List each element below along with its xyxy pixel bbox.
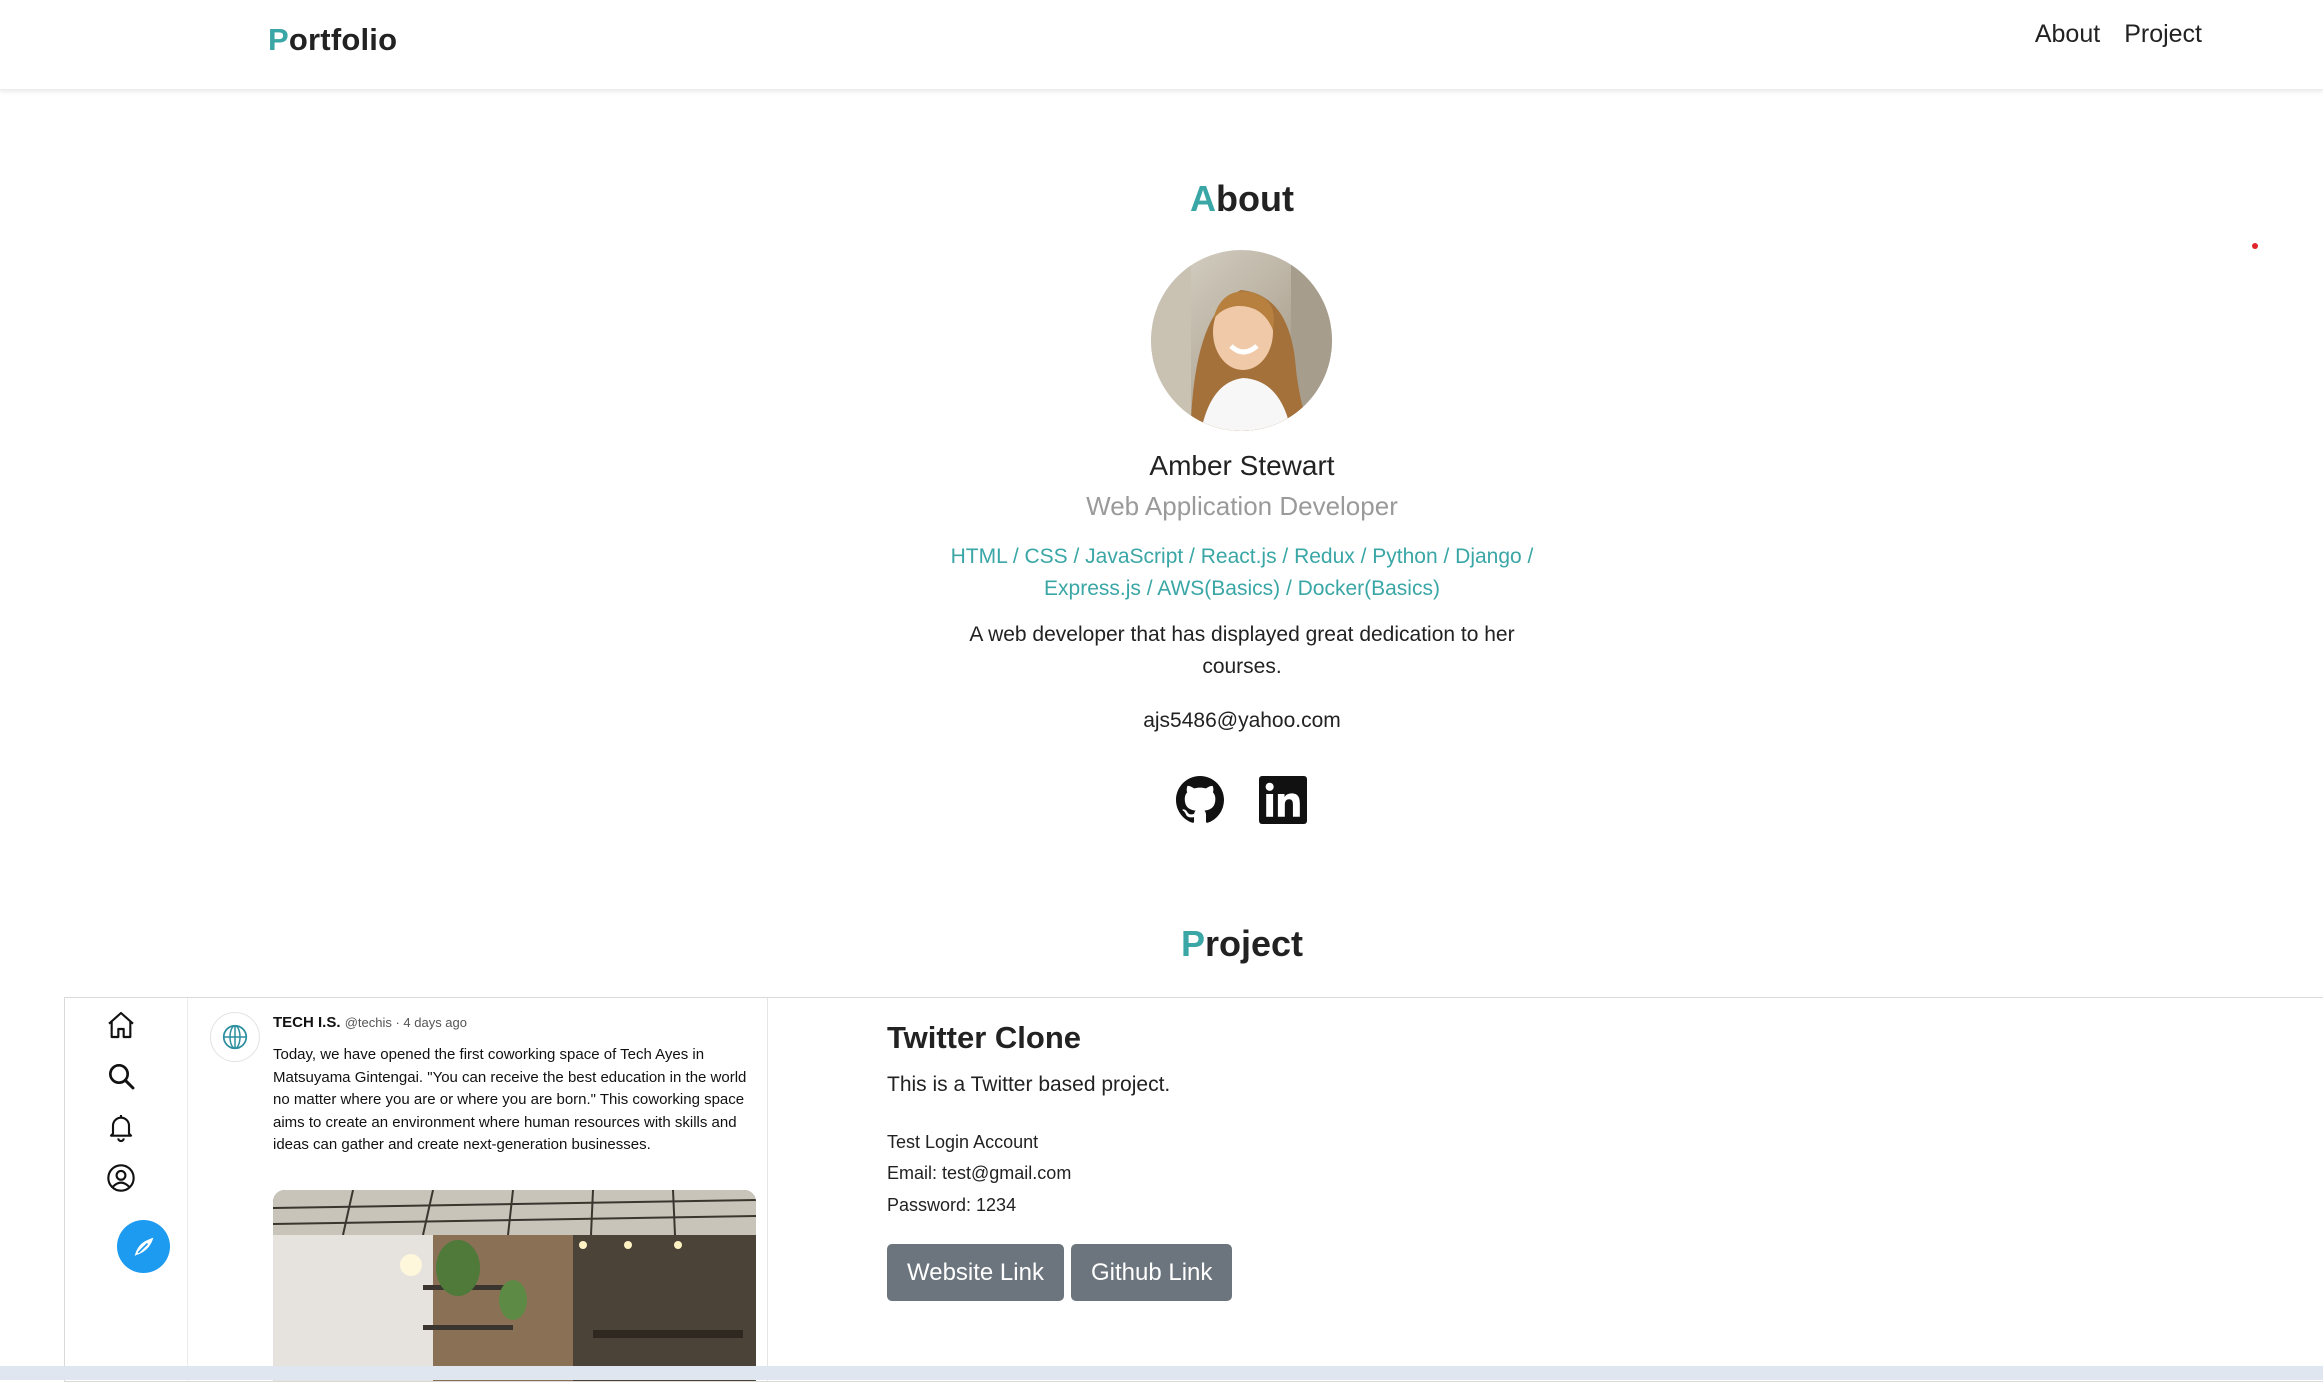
github-icon[interactable] [1176,776,1224,824]
website-link-button[interactable]: Website Link [887,1244,1064,1301]
project-heading-initial: P [1180,923,1205,964]
brand-initial: P [268,22,289,57]
bottom-scrollbar[interactable] [0,1366,2323,1380]
profile-bio: A web developer that has displayed great… [969,623,1515,678]
project-description: This is a Twitter based project. [887,1073,1171,1096]
about-heading: About [0,178,2323,220]
avatar [1151,250,1332,431]
project-preview[interactable]: TECH I.S. @techis · 4 days ago Today, we… [65,998,768,1381]
search-icon [109,1064,135,1090]
profile-email: ajs5486@yahoo.com [1143,709,1341,732]
login-email: Email: test@gmail.com [887,1163,1072,1183]
tweet-author: TECH I.S. [273,1014,341,1031]
tweet-header: TECH I.S. @techis · 4 days ago [273,1014,467,1031]
profile-role: Web Application Developer [1086,491,1398,521]
home-icon [108,1011,134,1039]
bell-icon [109,1115,133,1142]
brand-rest: ortfolio [288,22,398,57]
about-heading-initial: A [1190,178,1217,219]
login-heading: Test Login Account [887,1132,1039,1152]
navbar: Portfolio About Project [0,0,2323,90]
social-links [1176,776,1307,824]
about-heading-rest: bout [1216,178,1294,219]
tweet-avatar [210,1012,260,1062]
tweet-image [273,1190,756,1381]
nav-link-project[interactable]: Project [2124,20,2202,49]
project-buttons: Website Link Github Link [887,1244,1233,1301]
project-heading: Project [0,923,2323,965]
tweet-text: Today, we have opened the first coworkin… [273,1046,747,1153]
nav-link-about[interactable]: About [2035,20,2100,49]
nav-links: About Project [2035,20,2202,49]
profile-name: Amber Stewart [1149,450,1335,481]
red-dot-marker [2252,243,2258,249]
project-title: Twitter Clone [887,1020,1082,1055]
globe-icon [222,1024,248,1050]
preview-sidebar [65,998,188,1381]
skills-list: HTML / CSS / JavaScript / React.js / Red… [950,545,1534,600]
tweet-meta: @techis · 4 days ago [344,1015,468,1030]
compose-icon [117,1220,170,1273]
login-password: Password: 1234 [887,1195,1017,1215]
brand-logo[interactable]: Portfolio [268,22,397,58]
profile-icon [107,1164,135,1192]
linkedin-icon[interactable] [1259,776,1307,824]
project-heading-rest: roject [1204,923,1304,964]
github-link-button[interactable]: Github Link [1070,1244,1233,1301]
project-card: TECH I.S. @techis · 4 days ago Today, we… [64,997,2323,1382]
